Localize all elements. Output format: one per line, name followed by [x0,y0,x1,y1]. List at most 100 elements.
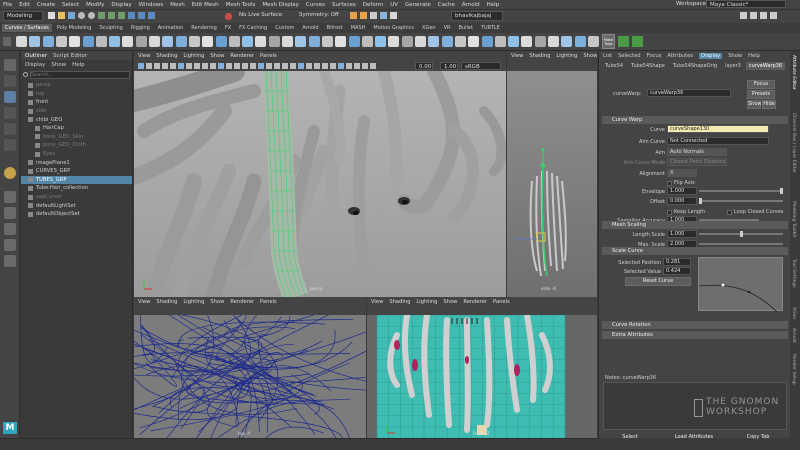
side-tab[interactable]: XGen [791,307,796,319]
shelf-tool-icon[interactable] [228,36,240,47]
viewport-menu-view[interactable]: View [371,299,383,305]
shelf-tool-icon[interactable] [375,36,387,47]
hide-button[interactable]: Hide [762,100,776,109]
menu-mesh[interactable]: Mesh [170,2,184,8]
ae-load-attributes-button[interactable]: Load Attributes [662,433,726,441]
ae-menu-help[interactable]: Help [748,53,760,59]
snap-curve-icon[interactable] [138,12,145,19]
shelf-tool-icon[interactable] [441,36,453,47]
outliner-item[interactable]: HairCap [21,124,132,133]
shelf-tab-sculpting[interactable]: Sculpting [96,24,125,32]
layout-four-icon[interactable] [4,207,16,219]
paint-select-icon[interactable] [4,91,16,103]
viewport-toggle-icon[interactable] [354,63,360,69]
viewport-menu-show[interactable]: Show [443,299,457,305]
make-tube-button[interactable]: Make Tube [602,34,615,49]
outliner-item[interactable]: sapCursor [21,193,132,202]
shelf-tool-icon[interactable] [55,36,67,47]
section-extra-attributes[interactable]: Extra Attributes [602,331,788,339]
menu-deform[interactable]: Deform [363,2,383,8]
shelf-tool-icon[interactable] [508,36,520,47]
menu-select[interactable]: Select [62,2,79,8]
outliner-item[interactable]: CURVES_GRP [21,167,132,176]
shelf-tool-icon[interactable] [534,36,546,47]
side-tab[interactable]: Tool Settings [791,259,796,288]
outliner-item[interactable]: top [21,90,132,99]
outliner-item[interactable]: defaultLightSet [21,201,132,210]
menu-edit[interactable]: Edit [19,2,30,8]
shelf-tool-icon[interactable] [335,36,347,47]
section-curve-warp[interactable]: Curve Warp [602,116,788,124]
shelf-tool-icon[interactable] [295,36,307,47]
shelf-tool-icon[interactable] [361,36,373,47]
shelf-tab-rendering[interactable]: Rendering [188,24,220,32]
viewport-menu-lighting[interactable]: Lighting [416,299,437,305]
attribute-editor-icon[interactable] [750,12,757,19]
render-icon[interactable] [350,12,357,19]
user-account-field[interactable]: bhavikajbajaj [451,11,503,21]
menu-cache[interactable]: Cache [438,2,455,8]
viewport-toggle-icon[interactable] [210,63,216,69]
snap-point-icon[interactable] [148,12,155,19]
selected-value-field[interactable]: 0.424 [663,267,691,275]
rotate-tool-icon[interactable] [4,123,16,135]
shelf-tool-icon[interactable] [415,36,426,47]
menu-edit-mesh[interactable]: Edit Mesh [192,2,219,8]
side-tab[interactable]: Arnold [791,328,796,343]
shelf-tool-icon[interactable] [268,36,280,47]
shelf-tool-icon[interactable] [428,36,440,47]
hypershade-icon[interactable] [380,12,387,19]
viewport-toggle-icon[interactable] [370,63,376,69]
viewport-toggle-icon[interactable] [362,63,368,69]
side-viewport[interactable]: side -X [507,71,597,297]
viewport-toggle-icon[interactable] [138,63,144,69]
aim-curve-field[interactable]: Not Connected [667,137,769,145]
live-surface-field[interactable]: No Live Surface [236,11,286,21]
viewport-toggle-icon[interactable] [346,63,352,69]
viewport-menu-lighting[interactable]: Lighting [183,299,204,305]
outliner-menu-show[interactable]: Show [51,62,66,68]
side-tab[interactable]: Channel Box / Layer Editor [791,113,796,173]
ae-menu-display[interactable]: Display [699,52,723,59]
outliner-item[interactable]: persp [21,81,132,90]
viewport-toggle-icon[interactable] [146,63,152,69]
ae-node-tab[interactable]: curveWarp36 [745,62,786,70]
shelf-tool-icon[interactable] [215,36,227,47]
menu-generate[interactable]: Generate [405,2,431,8]
layout-side-icon[interactable] [4,223,16,235]
shelf-tool-icon[interactable] [321,36,333,47]
shelf-tool-icon[interactable] [468,36,480,47]
viewport-menu-view[interactable]: View [138,299,150,305]
viewport-menu-panels[interactable]: Panels [260,53,277,59]
side-tab[interactable]: Attribute Editor [791,55,796,90]
viewport-toggle-icon[interactable] [298,63,304,69]
shelf-tool-icon[interactable] [95,36,107,47]
ipr-render-icon[interactable] [360,12,367,19]
magnet-icon[interactable] [225,13,232,20]
shelf-tab-rigging[interactable]: Rigging [128,24,153,32]
ae-node-name-field[interactable]: curveWarp36 [647,89,731,97]
shelf-tool-icon[interactable] [308,36,320,47]
snap-grid-icon[interactable] [128,12,135,19]
viewport-toggle-icon[interactable] [282,63,288,69]
outliner-item[interactable]: defaultObjectSet [21,210,132,219]
color-space-dropdown[interactable]: sRGB gamma [461,62,501,76]
viewport-menu-panels[interactable]: Panels [260,299,277,305]
shelf-tool-icon[interactable] [548,36,559,47]
menu-curves[interactable]: Curves [306,2,325,8]
viewport-toggle-icon[interactable] [218,63,224,69]
presets-button[interactable]: Presets [747,90,775,99]
top-viewport[interactable]: top -Y [134,315,366,438]
menu-mesh-display[interactable]: Mesh Display [262,2,299,8]
gamma-value-field[interactable]: 1.00 [440,62,458,70]
shelf-tool-icon[interactable] [561,36,573,47]
layout-persp-outliner-icon[interactable] [4,239,16,251]
shelf-tool-icon[interactable] [175,36,187,47]
reset-curve-button[interactable]: Reset Curve [625,277,691,286]
shelf-tool-icon[interactable] [82,36,94,47]
front-viewport[interactable]: front -Z [367,315,597,438]
viewport-toggle-icon[interactable] [250,63,256,69]
viewport-menu-show[interactable]: Show [210,53,224,59]
viewport-toggle-icon[interactable] [178,63,184,69]
shelf-tool-icon[interactable] [69,36,81,47]
